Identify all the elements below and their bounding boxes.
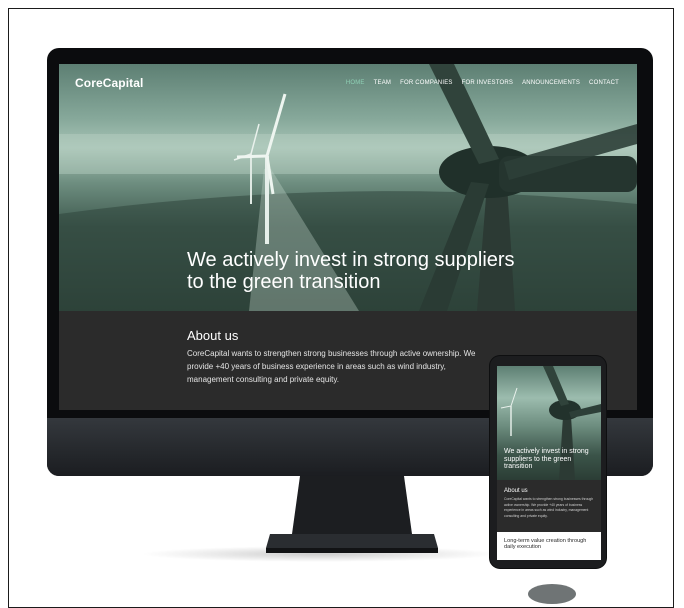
nav-team[interactable]: TEAM: [374, 80, 391, 86]
nav-announcements[interactable]: ANNOUNCEMENTS: [522, 80, 580, 86]
nav-links: HOME TEAM FOR COMPANIES FOR INVESTORS AN…: [346, 80, 619, 86]
mobile-about-section: About us CoreCapital wants to strengthen…: [497, 480, 601, 532]
mobile-hero-title: We actively invest in strong suppliers t…: [504, 448, 589, 470]
brand-logo[interactable]: CoreCapital: [75, 76, 143, 90]
decorative-circle: [528, 584, 576, 604]
monitor-stand: [266, 476, 438, 553]
hero-title: We actively invest in strong suppliers t…: [187, 249, 515, 293]
nav-home[interactable]: HOME: [346, 80, 365, 86]
nav-contact[interactable]: CONTACT: [589, 80, 619, 86]
about-text: CoreCapital wants to strengthen strong b…: [187, 349, 476, 384]
mobile-about-text: CoreCapital wants to strengthen strong b…: [504, 497, 594, 518]
mobile-value-heading: Long-term value creation through daily e…: [504, 538, 587, 550]
site-navigation: CoreCapital HOME TEAM FOR COMPANIES FOR …: [59, 64, 637, 104]
nav-for-companies[interactable]: FOR COMPANIES: [400, 80, 453, 86]
mobile-about-title: About us: [504, 488, 528, 494]
mobile-hero: We actively invest in strong suppliers t…: [497, 366, 601, 480]
mobile-website-screen: We actively invest in strong suppliers t…: [497, 366, 601, 560]
about-title: About us: [187, 328, 239, 343]
hero-section: CoreCapital HOME TEAM FOR COMPANIES FOR …: [59, 64, 637, 311]
nav-for-investors[interactable]: FOR INVESTORS: [462, 80, 514, 86]
